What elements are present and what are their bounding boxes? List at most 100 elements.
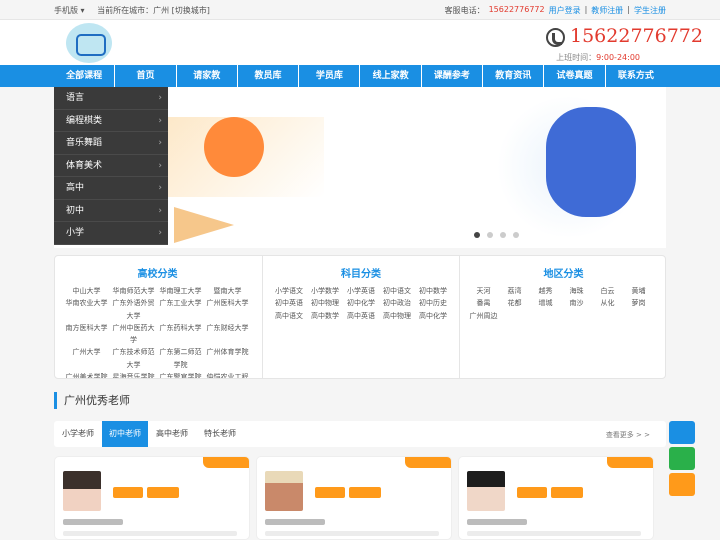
- university-link[interactable]: 华南师范大学: [110, 285, 157, 297]
- category-music-dance[interactable]: 音乐舞蹈: [54, 132, 168, 155]
- top-bar: 手机版 ▾ 当前所在城市：广州 [切换城市] 客服电话： 15622776772…: [0, 0, 720, 20]
- banner-dot[interactable]: [513, 232, 519, 238]
- university-link[interactable]: 星海音乐学院: [110, 371, 157, 378]
- student-register-link[interactable]: 学生注册: [634, 5, 666, 16]
- university-link[interactable]: 广州美术学院: [63, 371, 110, 378]
- area-link[interactable]: 花都: [499, 297, 530, 309]
- nav-home[interactable]: 首页: [115, 65, 177, 87]
- subject-link[interactable]: 小学数学: [307, 285, 343, 297]
- online-service-button[interactable]: [669, 421, 695, 444]
- teacher-register-link[interactable]: 教师注册: [591, 5, 623, 16]
- nav-exam-papers[interactable]: 试卷真题: [544, 65, 606, 87]
- subject-link[interactable]: 初中物理: [307, 297, 343, 309]
- category-high-school[interactable]: 高中: [54, 177, 168, 200]
- subject-link[interactable]: 初中政治: [379, 297, 415, 309]
- subject-title: 科目分类: [341, 269, 381, 280]
- banner-dot[interactable]: [474, 232, 480, 238]
- card-heading-line: [265, 519, 325, 525]
- university-link[interactable]: 广东工业大学: [157, 297, 204, 322]
- nav-education-news[interactable]: 教育资讯: [483, 65, 545, 87]
- paper-plane-illustration: [174, 207, 234, 243]
- subject-link[interactable]: 高中数学: [307, 310, 343, 322]
- university-link[interactable]: 广州大学: [63, 346, 110, 371]
- area-link[interactable]: 南沙: [561, 297, 592, 309]
- university-link[interactable]: 广东药科大学: [157, 322, 204, 347]
- university-link[interactable]: 中山大学: [63, 285, 110, 297]
- university-link[interactable]: 华南农业大学: [63, 297, 110, 322]
- school-badge: [113, 487, 143, 498]
- subject-link[interactable]: 初中语文: [379, 285, 415, 297]
- experience-badge: [551, 487, 583, 498]
- phone-button[interactable]: [669, 473, 695, 496]
- tab-teacher-level[interactable]: 特长老师: [196, 421, 244, 447]
- nav-student-library[interactable]: 学员库: [299, 65, 361, 87]
- subject-link[interactable]: 小学英语: [343, 285, 379, 297]
- university-link[interactable]: 广州体育学院: [204, 346, 251, 371]
- nav-hire-tutor[interactable]: 请家教: [177, 65, 238, 87]
- nav-contact[interactable]: 联系方式: [606, 65, 666, 87]
- nav-all-courses[interactable]: 全部课程: [54, 65, 116, 87]
- university-link[interactable]: 南方医科大学: [63, 322, 110, 347]
- user-login-link[interactable]: 用户登录: [549, 5, 581, 16]
- university-link[interactable]: 广州中医药大学: [110, 322, 157, 347]
- category-coding-chess[interactable]: 编程棋类: [54, 110, 168, 132]
- nav-online-tutoring[interactable]: 线上家教: [360, 65, 422, 87]
- area-link[interactable]: 荔湾: [499, 285, 530, 297]
- category-primary-school[interactable]: 小学: [54, 222, 168, 245]
- category-middle-school[interactable]: 初中: [54, 200, 168, 222]
- card-heading-line: [467, 519, 527, 525]
- area-link[interactable]: 海珠: [561, 285, 592, 297]
- subject-link[interactable]: 高中语文: [271, 310, 307, 322]
- teacher-card[interactable]: [54, 456, 250, 540]
- tab-teacher-level[interactable]: 小学老师: [54, 421, 102, 447]
- tab-teacher-level[interactable]: 高中老师: [148, 421, 196, 447]
- subject-link[interactable]: 高中英语: [343, 310, 379, 322]
- subject-link[interactable]: 高中物理: [379, 310, 415, 322]
- teacher-card[interactable]: [458, 456, 654, 540]
- tab-row: 小学老师 初中老师 高中老师 特长老师: [54, 421, 244, 447]
- category-sports-art[interactable]: 体育美术: [54, 155, 168, 177]
- separator: |: [627, 5, 630, 14]
- nav-teacher-library[interactable]: 教员库: [238, 65, 300, 87]
- site-logo[interactable]: [66, 23, 112, 63]
- area-link[interactable]: 黄埔: [623, 285, 654, 297]
- area-link[interactable]: 白云: [592, 285, 623, 297]
- university-link[interactable]: 广东第二师范学院: [157, 346, 204, 371]
- office-hours: 上班时间：9:00-24:00: [556, 52, 640, 63]
- area-link[interactable]: 越秀: [530, 285, 561, 297]
- university-link[interactable]: 广东财经大学: [204, 322, 251, 347]
- area-link[interactable]: 从化: [592, 297, 623, 309]
- view-more-link[interactable]: 查看更多 > >: [606, 430, 650, 440]
- subject-link[interactable]: 小学语文: [271, 285, 307, 297]
- banner-dot[interactable]: [487, 232, 493, 238]
- subject-link[interactable]: 初中化学: [343, 297, 379, 309]
- current-city[interactable]: 当前所在城市：广州 [切换城市]: [97, 6, 210, 15]
- banner-dot[interactable]: [500, 232, 506, 238]
- university-link[interactable]: 暨南大学: [204, 285, 251, 297]
- subject-link[interactable]: 初中数学: [415, 285, 451, 297]
- subject-link[interactable]: 初中英语: [271, 297, 307, 309]
- university-link[interactable]: 广东警官学院: [157, 371, 204, 378]
- area-link[interactable]: 增城: [530, 297, 561, 309]
- category-language[interactable]: 语言: [54, 87, 168, 110]
- university-link[interactable]: 广东技术师范大学: [110, 346, 157, 371]
- subject-link[interactable]: 初中历史: [415, 297, 451, 309]
- tab-teacher-level[interactable]: 初中老师: [102, 421, 148, 447]
- area-link[interactable]: 广州周边: [468, 310, 499, 322]
- area-link[interactable]: 番禺: [468, 297, 499, 309]
- university-link[interactable]: 华南理工大学: [157, 285, 204, 297]
- hotline-label: 客服电话：: [444, 6, 485, 15]
- gold-badge-ribbon: [203, 457, 249, 468]
- mobile-version-link[interactable]: 手机版 ▾: [54, 6, 85, 15]
- university-link[interactable]: 广东外语外贸大学: [110, 297, 157, 322]
- teacher-photo: [63, 471, 101, 511]
- wechat-button[interactable]: [669, 447, 695, 470]
- university-link[interactable]: 仲恺农业工程学院: [204, 371, 251, 378]
- subject-link[interactable]: 高中化学: [415, 310, 451, 322]
- nav-fee-reference[interactable]: 课酬参考: [422, 65, 484, 87]
- teacher-card[interactable]: [256, 456, 452, 540]
- banner-pagination: [474, 232, 519, 238]
- area-link[interactable]: 天河: [468, 285, 499, 297]
- area-link[interactable]: 萝岗: [623, 297, 654, 309]
- university-link[interactable]: 广州医科大学: [204, 297, 251, 322]
